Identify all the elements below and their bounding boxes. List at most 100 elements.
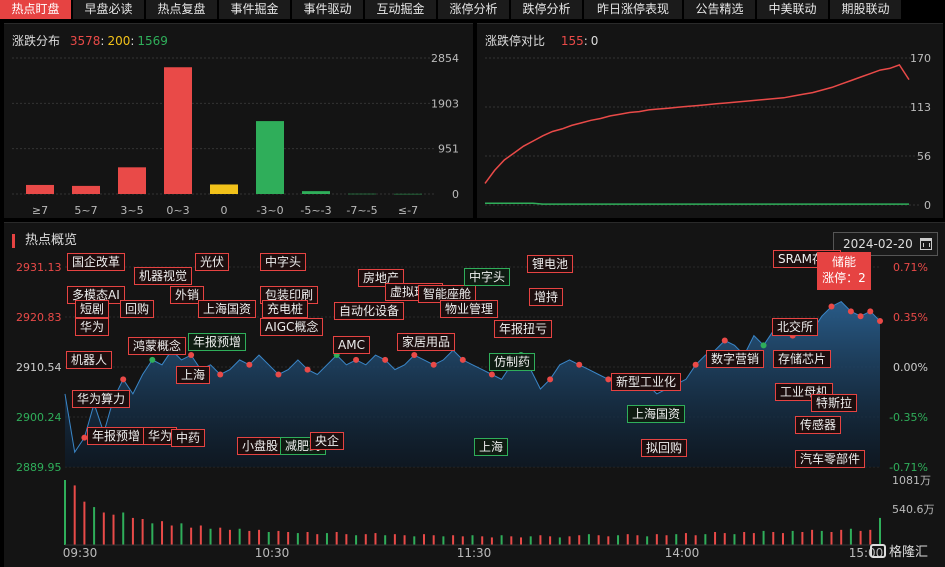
event-dot[interactable] (430, 361, 437, 368)
concept-tag[interactable]: 央企 (310, 432, 345, 450)
concept-tag[interactable]: 锂电池 (527, 255, 574, 273)
concept-tag[interactable]: 自动化设备 (334, 302, 405, 320)
volume-bar (859, 530, 862, 545)
concept-tag[interactable]: 上海 (176, 366, 211, 384)
price-label: 2910.54 (16, 361, 62, 374)
concept-tag[interactable]: 传感器 (795, 416, 842, 434)
price-label: 2900.24 (16, 411, 62, 424)
event-dot[interactable] (353, 356, 360, 363)
event-dot[interactable] (188, 352, 195, 359)
event-dot[interactable] (246, 361, 253, 368)
event-dot[interactable] (760, 342, 767, 349)
concept-tag[interactable]: 上海 (474, 438, 509, 456)
event-dot[interactable] (217, 371, 224, 378)
concept-tag[interactable]: 拟回购 (641, 439, 688, 457)
concept-tag[interactable]: 小盘股 (237, 437, 284, 455)
concept-tag[interactable]: 物业管理 (440, 300, 499, 318)
concept-tag[interactable]: 光伏 (195, 253, 230, 271)
volume-bar (520, 537, 523, 545)
concept-tag[interactable]: 仿制药 (489, 353, 536, 371)
price-label: 2931.13 (16, 261, 62, 274)
volume-bar (714, 532, 717, 545)
volume-bar (296, 533, 299, 545)
volume-bar (199, 525, 202, 545)
volume-bar (704, 534, 707, 545)
volume-bar (665, 535, 668, 545)
volume-bar (355, 535, 358, 545)
volume-bar (267, 532, 270, 545)
concept-tag[interactable]: 华为 (75, 318, 110, 336)
logo-text: 格隆汇 (889, 545, 929, 560)
volume-bar (122, 512, 125, 545)
time-label: 11:30 (457, 546, 492, 560)
volume-bar (102, 512, 105, 545)
concept-tag[interactable]: 中字头 (260, 253, 307, 271)
concept-tag[interactable]: 中字头 (464, 268, 511, 286)
event-dot[interactable] (721, 337, 728, 344)
concept-tag[interactable]: 回购 (120, 300, 155, 318)
concept-tag[interactable]: 中药 (171, 429, 206, 447)
concept-tag[interactable]: 增持 (529, 288, 564, 306)
event-dot[interactable] (576, 361, 583, 368)
volume-bar (248, 530, 251, 545)
event-dot[interactable] (828, 303, 835, 310)
volume-bar (481, 536, 484, 545)
event-dot[interactable] (275, 371, 282, 378)
volume-bar (723, 533, 726, 545)
concept-tag[interactable]: 充电桩 (262, 300, 309, 318)
volume-bar (733, 534, 736, 545)
volume-bar (393, 534, 396, 545)
concept-tag[interactable]: 短剧 (75, 300, 110, 318)
volume-bar (374, 533, 377, 545)
event-dot[interactable] (411, 352, 418, 359)
concept-tag[interactable]: 家居用品 (397, 333, 456, 351)
popup-name: 储能 (831, 255, 856, 269)
concept-tag[interactable]: 国企改革 (67, 253, 126, 271)
event-dot[interactable] (877, 318, 883, 325)
volume-bar (219, 527, 222, 545)
volume-bar (578, 535, 581, 545)
volume-label: 1081万 (892, 474, 931, 487)
concept-tag[interactable]: 年报扭亏 (494, 320, 553, 338)
volume-bar (316, 534, 319, 545)
event-dot[interactable] (120, 376, 127, 383)
volume-bar (131, 517, 134, 545)
concept-tag[interactable]: AIGC概念 (260, 318, 324, 336)
concept-tag[interactable]: 北交所 (772, 318, 819, 336)
volume-bar (529, 536, 532, 545)
volume-bar (452, 535, 455, 545)
volume-bar (762, 530, 765, 545)
event-dot[interactable] (382, 356, 389, 363)
event-dot[interactable] (149, 356, 156, 363)
volume-bar (422, 534, 425, 545)
event-dot[interactable] (304, 366, 311, 373)
event-dot[interactable] (857, 313, 864, 320)
concept-tag[interactable]: 鸿蒙概念 (128, 337, 187, 355)
concept-tag[interactable]: 上海国资 (198, 300, 257, 318)
event-dot[interactable] (547, 376, 554, 383)
concept-tag[interactable]: 年报预增 (87, 427, 146, 445)
event-dot[interactable] (692, 361, 699, 368)
volume-bar (161, 521, 164, 545)
brand-logo: 格隆汇 (870, 541, 928, 560)
concept-tag[interactable]: AMC (333, 336, 370, 354)
event-dot[interactable] (847, 308, 854, 315)
concept-tag[interactable]: 上海国资 (627, 405, 686, 423)
event-dot[interactable] (488, 371, 495, 378)
concept-tag[interactable]: 华为算力 (72, 390, 131, 408)
concept-tag[interactable]: 机器视觉 (134, 267, 193, 285)
volume-bar (510, 536, 513, 545)
concept-tag[interactable]: 年报预增 (188, 333, 247, 351)
volume-bar (277, 530, 280, 545)
event-dot[interactable] (867, 308, 874, 315)
volume-bar (432, 535, 435, 545)
concept-tag[interactable]: 数字营销 (706, 350, 765, 368)
volume-bar (364, 534, 367, 545)
pct-label: 0.35% (893, 311, 928, 324)
concept-tag[interactable]: 汽车零部件 (795, 450, 866, 468)
concept-tag[interactable]: 新型工业化 (611, 373, 682, 391)
concept-tag[interactable]: 存储芯片 (773, 350, 832, 368)
concept-tag[interactable]: 特斯拉 (811, 394, 858, 412)
concept-tag[interactable]: 机器人 (66, 351, 113, 369)
event-dot[interactable] (459, 356, 466, 363)
